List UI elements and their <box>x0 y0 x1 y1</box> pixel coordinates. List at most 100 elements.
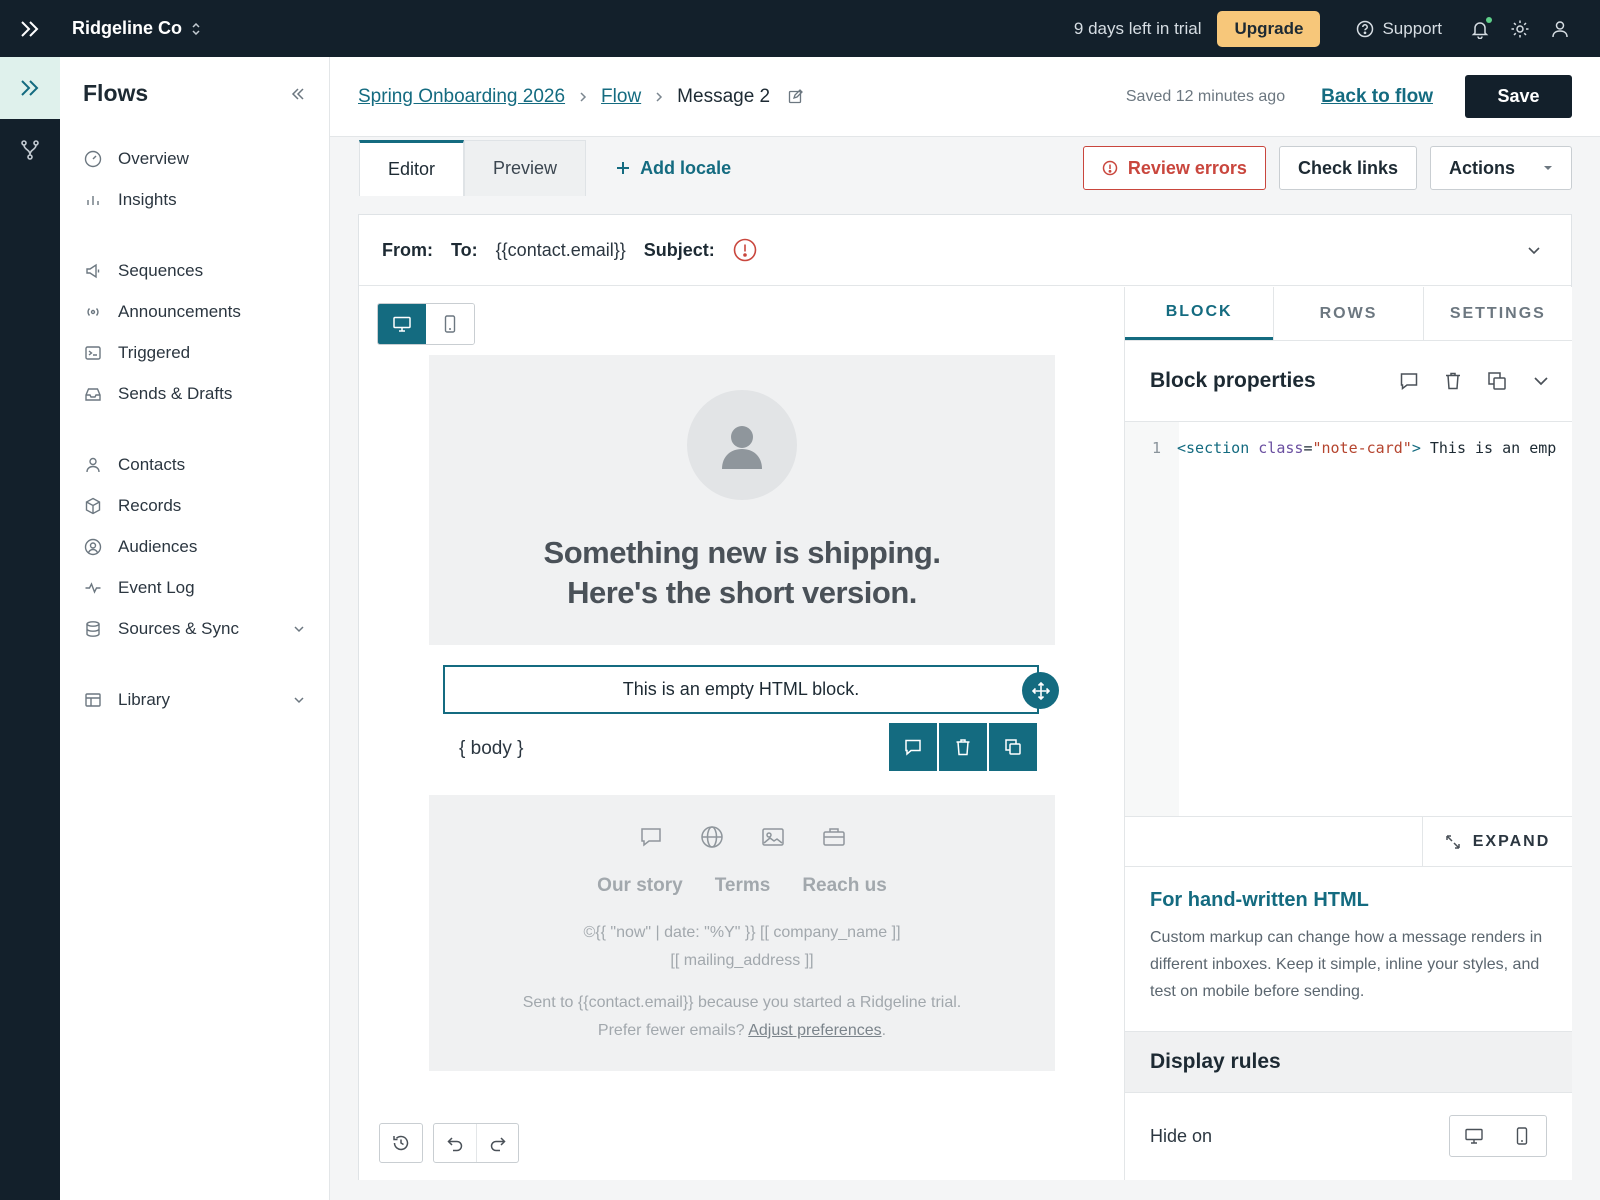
notification-dot <box>1486 16 1492 23</box>
double-chevron-right-icon <box>21 80 39 96</box>
email-headline[interactable]: Something new is shipping. Here's the sh… <box>429 533 1055 613</box>
sidebar-item-library[interactable]: Library <box>60 679 329 720</box>
upgrade-button[interactable]: Upgrade <box>1217 10 1321 47</box>
code-string: "note-card" <box>1312 439 1412 457</box>
headline-line: Here's the short version. <box>567 575 917 610</box>
duplicate-block-button[interactable] <box>989 723 1037 771</box>
sidebar-item-contacts[interactable]: Contacts <box>60 444 329 485</box>
settings-button[interactable] <box>1510 19 1530 39</box>
panel-tabs: BLOCK ROWS SETTINGS <box>1125 287 1572 341</box>
message-meta-row[interactable]: From: To: {{contact.email}} Subject: <box>359 215 1571 286</box>
globe-icon[interactable] <box>700 825 724 849</box>
mobile-view-button[interactable] <box>426 304 474 344</box>
hide-on-toggle <box>1449 1115 1547 1157</box>
move-handle[interactable] <box>1022 672 1059 709</box>
check-links-button[interactable]: Check links <box>1278 146 1417 190</box>
tab-editor[interactable]: Editor <box>359 140 465 196</box>
sidebar-item-label: Overview <box>118 148 189 168</box>
tab-preview[interactable]: Preview <box>464 140 587 196</box>
breadcrumb-flow-link[interactable]: Flow <box>601 86 641 108</box>
chat-icon[interactable] <box>639 825 663 849</box>
undo-redo-group <box>433 1123 519 1163</box>
sidebar-item-records[interactable]: Records <box>60 485 329 526</box>
tab-settings[interactable]: SETTINGS <box>1422 287 1572 340</box>
sidebar-item-sequences[interactable]: Sequences <box>60 250 329 291</box>
sent-note-end: . <box>881 1022 887 1039</box>
footer-link-terms[interactable]: Terms <box>715 875 771 897</box>
chevron-down-icon <box>294 625 304 632</box>
expand-meta-button[interactable] <box>1527 243 1541 257</box>
sidebar-item-event-log[interactable]: Event Log <box>60 567 329 608</box>
page-header: Spring Onboarding 2026 Flow Message 2 Sa… <box>330 57 1600 137</box>
footer-link-reach-us[interactable]: Reach us <box>802 875 886 897</box>
code-tag-open: <section <box>1177 439 1250 457</box>
comment-block-button[interactable] <box>889 723 937 771</box>
footer-link-our-story[interactable]: Our story <box>597 875 683 897</box>
sidebar-item-overview[interactable]: Overview <box>60 138 329 179</box>
hero-section[interactable]: Something new is shipping. Here's the sh… <box>429 355 1055 645</box>
display-rules-header[interactable]: Display rules <box>1125 1032 1572 1093</box>
image-icon[interactable] <box>761 825 785 849</box>
tab-rows[interactable]: ROWS <box>1273 287 1422 340</box>
expand-editor-button[interactable]: EXPAND <box>1422 817 1572 866</box>
plus-icon <box>617 162 630 174</box>
html-block-selected[interactable]: This is an empty HTML block. <box>443 665 1039 714</box>
back-to-flow-link[interactable]: Back to flow <box>1321 86 1433 108</box>
sidebar-item-label: Announcements <box>118 301 241 321</box>
sent-note-line: Sent to {{contact.email}} because you st… <box>522 994 927 1011</box>
smartphone-icon <box>1516 1127 1528 1145</box>
undo-button[interactable] <box>434 1124 476 1162</box>
sidebar-item-insights[interactable]: Insights <box>60 179 329 220</box>
email-footer[interactable]: Our story Terms Reach us ©{{ "now" | dat… <box>429 795 1055 1071</box>
hide-on-mobile-button[interactable] <box>1498 1116 1546 1156</box>
hide-on-desktop-button[interactable] <box>1450 1116 1498 1156</box>
comment-icon[interactable] <box>1399 371 1419 391</box>
redo-button[interactable] <box>476 1124 518 1162</box>
rail-item-branches[interactable] <box>0 119 60 181</box>
smartphone-icon <box>444 315 456 333</box>
delete-block-button[interactable] <box>939 723 987 771</box>
expand-nav-button[interactable] <box>0 0 60 57</box>
review-errors-button[interactable]: Review errors <box>1082 146 1266 190</box>
copy-icon[interactable] <box>1487 371 1507 391</box>
tab-block[interactable]: BLOCK <box>1125 287 1274 340</box>
chevron-down-icon <box>294 696 304 703</box>
email-preview: Something new is shipping. Here's the sh… <box>429 355 1059 1175</box>
double-chevron-left-icon <box>291 87 304 100</box>
chevron-down-icon <box>1528 247 1540 255</box>
notifications-button[interactable] <box>1470 16 1492 39</box>
rail-item-flows[interactable] <box>0 57 60 119</box>
tip-title: For hand-written HTML <box>1150 889 1369 911</box>
support-link[interactable]: Support <box>1356 19 1442 39</box>
layout-icon <box>85 692 101 707</box>
chevron-down-icon[interactable] <box>1532 371 1550 391</box>
trash-icon[interactable] <box>1444 371 1462 391</box>
collapse-sidebar-button[interactable] <box>291 87 305 101</box>
add-locale-button[interactable]: Add locale <box>616 140 731 196</box>
rename-button[interactable] <box>788 89 804 104</box>
breadcrumb-campaign-link[interactable]: Spring Onboarding 2026 <box>358 86 565 108</box>
sidebar-item-sources-sync[interactable]: Sources & Sync <box>60 608 329 649</box>
sidebar-item-announcements[interactable]: Announcements <box>60 291 329 332</box>
body-placeholder[interactable]: { body } <box>459 738 523 760</box>
history-icon <box>393 1135 409 1151</box>
html-code-editor[interactable]: 1 <section class="note-card"> This is an… <box>1125 422 1572 817</box>
block-properties-header: Block properties <box>1125 341 1572 422</box>
actions-dropdown[interactable]: Actions <box>1430 146 1572 190</box>
history-button[interactable] <box>380 1124 422 1162</box>
terminal-icon <box>85 345 101 360</box>
expand-label: EXPAND <box>1472 832 1551 850</box>
briefcase-icon[interactable] <box>822 825 846 849</box>
chevron-right-icon <box>579 91 587 103</box>
org-switcher[interactable]: Ridgeline Co <box>72 18 200 39</box>
sidebar-item-audiences[interactable]: Audiences <box>60 526 329 567</box>
sidebar-item-sends-drafts[interactable]: Sends & Drafts <box>60 373 329 414</box>
block-properties-tools <box>1399 371 1550 391</box>
sidebar-item-triggered[interactable]: Triggered <box>60 332 329 373</box>
save-button[interactable]: Save <box>1465 75 1572 118</box>
adjust-preferences-link[interactable]: Adjust preferences <box>748 1022 881 1039</box>
profile-button[interactable] <box>1550 19 1570 39</box>
sidebar-item-label: Insights <box>118 189 177 209</box>
from-label: From: <box>382 239 433 260</box>
desktop-view-button[interactable] <box>378 304 426 344</box>
